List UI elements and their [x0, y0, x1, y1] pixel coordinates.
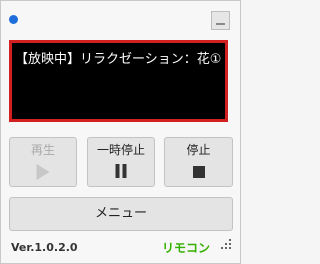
menu-button[interactable]: メニュー — [9, 197, 233, 231]
version-label: Ver.1.0.2.0 — [11, 241, 78, 254]
play-button[interactable]: 再生 — [9, 137, 77, 187]
play-icon — [36, 164, 50, 180]
minimize-button[interactable] — [211, 11, 230, 30]
now-playing-display: 【放映中】リラクゼーション：花① — [9, 40, 228, 122]
resize-grip-icon[interactable] — [219, 239, 233, 253]
status-dot-icon — [9, 15, 18, 24]
stop-button[interactable]: 停止 — [164, 137, 233, 187]
pause-icon — [115, 164, 127, 178]
pause-button[interactable]: 一時停止 — [87, 137, 155, 187]
stop-label: 停止 — [186, 143, 211, 157]
now-playing-text: 【放映中】リラクゼーション：花① — [15, 52, 222, 67]
pause-label: 一時停止 — [96, 143, 145, 157]
play-label: 再生 — [30, 143, 55, 157]
stop-icon — [192, 166, 205, 178]
brand-label: リモコン — [162, 241, 211, 255]
remote-window: 【放映中】リラクゼーション：花① 再生 一時停止 停止 メニュー Ver.1.0… — [0, 0, 241, 264]
minimize-icon — [216, 23, 225, 25]
